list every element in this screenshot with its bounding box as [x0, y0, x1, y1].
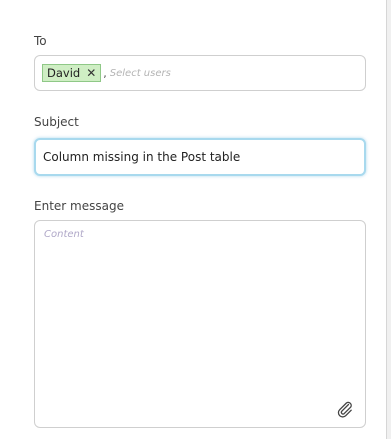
message-textarea[interactable]	[44, 229, 356, 389]
subject-field[interactable]	[34, 138, 366, 176]
message-label: Enter message	[34, 199, 124, 213]
compose-panel: To David ✕ , Subject Enter message	[0, 0, 387, 439]
recipient-chip[interactable]: David ✕	[42, 64, 102, 82]
recipient-chip-label: David	[47, 66, 81, 80]
paperclip-icon[interactable]	[335, 399, 355, 419]
recipients-field[interactable]: David ✕ ,	[34, 55, 366, 91]
subject-label: Subject	[34, 115, 79, 129]
close-icon[interactable]: ✕	[86, 67, 96, 79]
to-label: To	[34, 34, 47, 48]
recipients-input[interactable]	[109, 67, 290, 79]
subject-input[interactable]	[43, 150, 343, 164]
message-field[interactable]	[34, 220, 366, 428]
recipient-separator: ,	[103, 66, 107, 80]
